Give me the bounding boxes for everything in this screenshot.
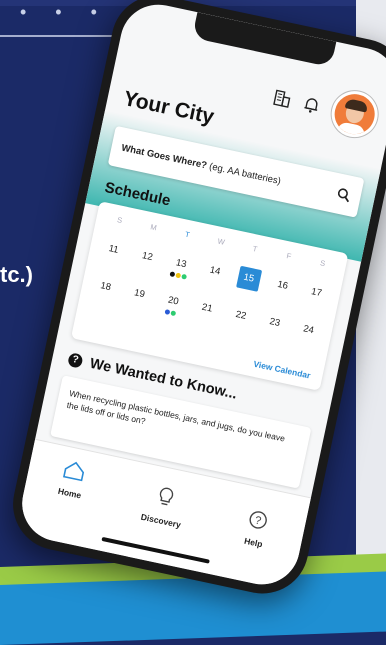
search-icon[interactable]	[335, 186, 352, 203]
calendar-day[interactable]: 20	[154, 287, 192, 317]
avatar-shirt	[335, 121, 367, 141]
weekday-label: T	[251, 243, 259, 254]
phone-frame: Your City What Goes Where? (eg. AA batte…	[4, 0, 386, 603]
weekday-label: T	[184, 229, 191, 240]
collection-dots	[169, 271, 188, 280]
lightbulb-icon	[154, 487, 175, 513]
header-actions	[269, 74, 382, 142]
weekday-label: W	[216, 236, 226, 247]
svg-text:?: ?	[254, 514, 262, 527]
weekday-label: M	[149, 222, 158, 233]
weekday-label: F	[285, 251, 293, 261]
home-indicator	[101, 536, 210, 564]
calendar-day[interactable]: 19	[120, 280, 158, 309]
nav-discovery[interactable]: Discovery	[126, 479, 203, 533]
app-screen: Your City What Goes Where? (eg. AA batte…	[15, 0, 386, 592]
calendar-day[interactable]: 23	[255, 309, 293, 338]
calendar-day[interactable]: 11	[94, 236, 132, 265]
nav-home[interactable]: Home	[34, 454, 110, 506]
nav-discovery-label: Discovery	[139, 511, 182, 530]
nav-home-label: Home	[57, 485, 83, 501]
search-label: What Goes Where?	[120, 142, 208, 171]
nav-help-label: Help	[243, 535, 264, 550]
collection-dot-blue	[164, 309, 171, 316]
calendar-day[interactable]: 21	[188, 294, 226, 323]
calendar-day[interactable]: 13	[162, 250, 200, 280]
calendar-day[interactable]: 17	[297, 279, 335, 308]
help-icon: ?	[245, 511, 268, 536]
collection-dot-black	[169, 271, 176, 278]
calendar-day[interactable]: 18	[86, 273, 124, 302]
weekday-label: S	[116, 215, 124, 226]
view-calendar-link[interactable]: View Calendar	[253, 359, 312, 381]
collection-dot-green	[181, 273, 188, 280]
background-partial-text: tc.)	[0, 262, 33, 287]
avatar[interactable]	[327, 86, 382, 142]
home-icon	[61, 461, 86, 486]
nav-help[interactable]: ? Help	[218, 503, 294, 555]
calendar-day[interactable]: 12	[128, 243, 166, 272]
collection-dot-green	[170, 310, 177, 317]
calendar-day[interactable]: 14	[196, 257, 234, 286]
bell-icon[interactable]	[301, 94, 322, 115]
phone-notch	[192, 12, 337, 68]
calendar-day[interactable]: 24	[289, 316, 327, 345]
question-icon: ?	[67, 352, 84, 369]
collection-dot-yellow	[175, 272, 182, 279]
calendar-day-selected[interactable]: 15	[230, 264, 268, 293]
calendar-day[interactable]: 16	[263, 272, 301, 301]
search-hint: (eg. AA batteries)	[208, 160, 282, 187]
building-icon[interactable]	[272, 88, 293, 109]
calendar-day[interactable]: 22	[222, 302, 260, 331]
collection-dots	[164, 309, 177, 317]
weekday-label: S	[319, 258, 327, 269]
